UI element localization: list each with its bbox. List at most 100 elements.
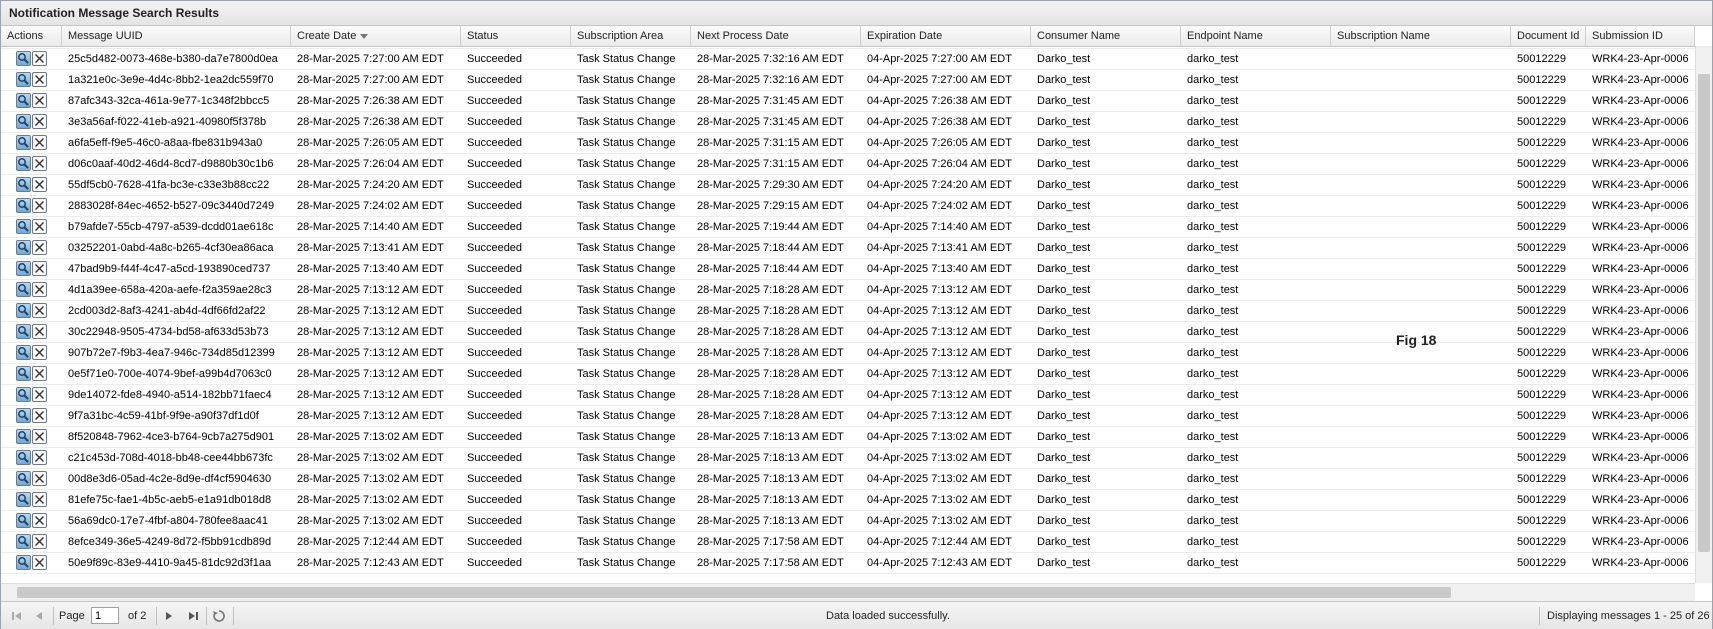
column-header-consumer-name[interactable]: Consumer Name — [1031, 26, 1181, 46]
table-row[interactable]: 8f520848-7962-4ce3-b764-9cb7a275d901 28-M… — [1, 427, 1695, 448]
table-row[interactable]: 25c5d482-0073-468e-b380-da7e7800d0ea 28-M… — [1, 49, 1695, 70]
close-icon[interactable] — [32, 303, 47, 318]
subscription-name-cell — [1331, 364, 1511, 385]
column-header-next-process-date[interactable]: Next Process Date — [691, 26, 861, 46]
first-page-icon[interactable] — [9, 608, 25, 624]
magnifier-icon[interactable] — [16, 219, 31, 234]
close-icon[interactable] — [32, 72, 47, 87]
refresh-icon[interactable] — [211, 608, 227, 624]
magnifier-icon[interactable] — [16, 177, 31, 192]
close-icon[interactable] — [32, 408, 47, 423]
table-row[interactable]: 03252201-0abd-4a8c-b265-4cf30ea86aca 28-M… — [1, 238, 1695, 259]
column-header-submission-id[interactable]: Submission ID — [1586, 26, 1695, 46]
table-row[interactable]: 87afc343-32ca-461a-9e77-1c348f2bbcc5 28-M… — [1, 91, 1695, 112]
table-row[interactable]: 55df5cb0-7628-41fa-bc3e-c33e3b88cc22 28-M… — [1, 175, 1695, 196]
close-icon[interactable] — [32, 219, 47, 234]
close-icon[interactable] — [32, 177, 47, 192]
close-icon[interactable] — [32, 513, 47, 528]
next-page-icon[interactable] — [161, 608, 177, 624]
table-row[interactable]: 8efce349-36e5-4249-8d72-f5bb91cdb89d 28-M… — [1, 532, 1695, 553]
magnifier-icon[interactable] — [16, 408, 31, 423]
table-row[interactable]: a6fa5eff-f9e5-46c0-a8aa-fbe831b943a0 28-M… — [1, 133, 1695, 154]
column-header-subscription-area[interactable]: Subscription Area — [571, 26, 691, 46]
close-icon[interactable] — [32, 261, 47, 276]
magnifier-icon[interactable] — [16, 282, 31, 297]
table-row[interactable]: 1a321e0c-3e9e-4d4c-8bb2-1ea2dc559f70 28-M… — [1, 70, 1695, 91]
close-icon[interactable] — [32, 387, 47, 402]
magnifier-icon[interactable] — [16, 366, 31, 381]
magnifier-icon[interactable] — [16, 387, 31, 402]
magnifier-icon[interactable] — [16, 555, 31, 570]
table-row[interactable]: 0e5f71e0-700e-4074-9bef-a99b4d7063c0 28-M… — [1, 364, 1695, 385]
table-row[interactable]: b79afde7-55cb-4797-a539-dcdd01ae618c 28-M… — [1, 217, 1695, 238]
magnifier-icon[interactable] — [16, 93, 31, 108]
column-header-message-uuid[interactable]: Message UUID — [62, 26, 291, 46]
magnifier-icon[interactable] — [16, 324, 31, 339]
last-page-icon[interactable] — [185, 608, 201, 624]
magnifier-icon[interactable] — [16, 51, 31, 66]
table-row[interactable]: d06c0aaf-40d2-46d4-8cd7-d9880b30c1b6 28-M… — [1, 154, 1695, 175]
page-number-input[interactable] — [91, 607, 119, 624]
magnifier-icon[interactable] — [16, 450, 31, 465]
close-icon[interactable] — [32, 240, 47, 255]
magnifier-icon[interactable] — [16, 345, 31, 360]
table-row[interactable]: 3e3a56af-f022-41eb-a921-40980f5f378b 28-M… — [1, 112, 1695, 133]
table-row[interactable]: 9de14072-fde8-4940-a514-182bb71faec4 28-M… — [1, 385, 1695, 406]
column-header-subscription-name[interactable]: Subscription Name — [1331, 26, 1511, 46]
table-row[interactable]: 30c22948-9505-4734-bd58-af633d53b73 28-Ma… — [1, 322, 1695, 343]
close-icon[interactable] — [32, 198, 47, 213]
magnifier-icon[interactable] — [16, 135, 31, 150]
magnifier-icon[interactable] — [16, 513, 31, 528]
close-icon[interactable] — [32, 51, 47, 66]
close-icon[interactable] — [32, 93, 47, 108]
close-icon[interactable] — [32, 450, 47, 465]
table-row[interactable]: c21c453d-708d-4018-bb48-cee44bb673fc 28-M… — [1, 448, 1695, 469]
prev-page-icon[interactable] — [31, 608, 47, 624]
magnifier-icon[interactable] — [16, 534, 31, 549]
column-header-actions[interactable]: Actions — [1, 26, 62, 46]
close-icon[interactable] — [32, 492, 47, 507]
close-icon[interactable] — [32, 135, 47, 150]
magnifier-icon[interactable] — [16, 471, 31, 486]
close-icon[interactable] — [32, 156, 47, 171]
magnifier-icon[interactable] — [16, 156, 31, 171]
column-header-endpoint-name[interactable]: Endpoint Name — [1181, 26, 1331, 46]
subscription-area-cell: Task Status Change — [577, 410, 676, 422]
table-row[interactable]: 81efe75c-fae1-4b5c-aeb5-e1a91db018d8 28-M… — [1, 490, 1695, 511]
table-row[interactable]: 00d8e3d6-05ad-4c2e-8d9e-df4cf5904630 28-M… — [1, 469, 1695, 490]
table-row[interactable]: 47bad9b9-f44f-4c47-a5cd-193890ced737 28-M… — [1, 259, 1695, 280]
magnifier-icon[interactable] — [16, 429, 31, 444]
document-id-cell: 50012229 — [1517, 473, 1566, 485]
table-row[interactable]: 4d1a39ee-658a-420a-aefe-f2a359ae28c3 28-M… — [1, 280, 1695, 301]
close-icon[interactable] — [32, 555, 47, 570]
magnifier-icon[interactable] — [16, 261, 31, 276]
vertical-scrollbar[interactable] — [1695, 46, 1712, 583]
close-icon[interactable] — [32, 345, 47, 360]
close-icon[interactable] — [32, 534, 47, 549]
column-header-status[interactable]: Status — [461, 26, 571, 46]
magnifier-icon[interactable] — [16, 303, 31, 318]
magnifier-icon[interactable] — [16, 198, 31, 213]
close-icon[interactable] — [32, 366, 47, 381]
close-icon[interactable] — [32, 114, 47, 129]
magnifier-icon[interactable] — [16, 492, 31, 507]
close-icon[interactable] — [32, 471, 47, 486]
table-row[interactable]: 2883028f-84ec-4652-b527-09c3440d7249 28-M… — [1, 196, 1695, 217]
column-header-document-id[interactable]: Document Id — [1511, 26, 1586, 46]
magnifier-icon[interactable] — [16, 240, 31, 255]
magnifier-icon[interactable] — [16, 72, 31, 87]
table-row[interactable]: 50e9f89c-83e9-4410-9a45-81dc92d3f1aa 28-M… — [1, 553, 1695, 574]
horizontal-scroll-thumb[interactable] — [17, 587, 1451, 598]
column-header-expiration-date[interactable]: Expiration Date — [861, 26, 1031, 46]
horizontal-scrollbar[interactable] — [1, 583, 1695, 601]
table-row[interactable]: 2cd003d2-8af3-4241-ab4d-4df66fd2af22 28-M… — [1, 301, 1695, 322]
close-icon[interactable] — [32, 282, 47, 297]
close-icon[interactable] — [32, 324, 47, 339]
column-header-create-date[interactable]: Create Date — [291, 26, 461, 46]
close-icon[interactable] — [32, 429, 47, 444]
table-row[interactable]: 9f7a31bc-4c59-41bf-9f9e-a90f37df1d0f 28-M… — [1, 406, 1695, 427]
table-row[interactable]: 907b72e7-f9b3-4ea7-946c-734d85d12399 28-M… — [1, 343, 1695, 364]
table-row[interactable]: 56a69dc0-17e7-4fbf-a804-780fee8aac41 28-M… — [1, 511, 1695, 532]
magnifier-icon[interactable] — [16, 114, 31, 129]
vertical-scroll-thumb[interactable] — [1698, 74, 1710, 552]
